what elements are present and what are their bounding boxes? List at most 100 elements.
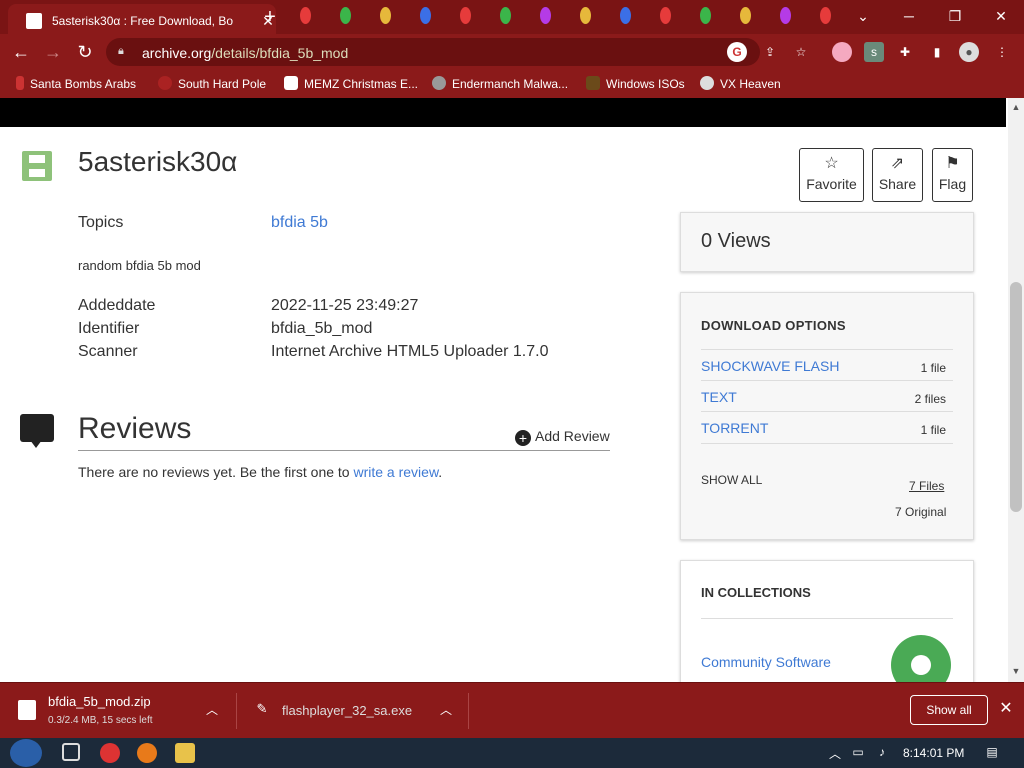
decoration-light [700,7,711,24]
extension-flag-icon[interactable] [832,42,852,62]
lock-icon[interactable]: 🔒︎ [118,45,132,59]
collections-panel: IN COLLECTIONS Community Software [680,560,974,682]
meta-label-addeddate: Addeddate [78,297,156,314]
download-format-link[interactable]: TORRENT [701,420,768,436]
reviews-speech-bubble-icon [20,414,54,448]
share-icon: ⇗ [890,155,905,172]
volume-icon[interactable]: ♪ [874,745,890,761]
minimize-button[interactable]: ─ [886,2,932,30]
download-options-panel: DOWNLOAD OPTIONS SHOCKWAVE FLASH 1 file … [680,292,974,540]
window-close-button[interactable]: ✕ [978,2,1024,30]
scrollbar-thumb[interactable] [1010,282,1022,512]
reviews-divider [78,450,610,451]
collection-link[interactable]: Community Software [701,654,831,670]
tray-chevron-up-icon[interactable]: ︿ [827,745,843,761]
address-bar[interactable]: 🔒︎ archive.org/details/bfdia_5b_mod [106,38,760,66]
share-page-icon[interactable]: ⇪ [760,42,780,62]
bookmark-item[interactable]: Windows ISOs [586,76,685,92]
side-panel-icon[interactable]: ▮ [927,42,947,62]
decoration-light [300,7,311,24]
bookmark-favicon-icon [284,76,298,90]
item-description: random bfdia 5b mod [78,258,201,273]
back-arrow-icon[interactable]: ← [8,40,34,64]
file-explorer-icon[interactable] [175,743,195,763]
decoration-light [660,7,671,24]
extension-s-icon[interactable]: s [864,42,884,62]
download-format-link[interactable]: TEXT [701,389,737,405]
menu-kebab-icon[interactable]: ⋮ [992,42,1012,62]
decoration-light [340,7,351,24]
decoration-light [820,7,831,24]
download-item-name[interactable]: flashplayer_32_sa.exe [282,703,412,718]
site-top-bar [0,98,1006,127]
download-options-title: DOWNLOAD OPTIONS [701,318,846,333]
download-row[interactable]: SHOCKWAVE FLASH 1 file [701,349,953,381]
no-reviews-text: There are no reviews yet. Be the first o… [78,464,443,480]
tab-strip: 5asterisk30α : Free Download, Bo ✕ + ⌄ ─… [0,0,1024,34]
star-icon: ☆ [824,155,839,172]
collections-title: IN COLLECTIONS [701,585,811,600]
bookmark-favicon-icon [700,76,714,90]
decoration-light [380,7,391,24]
download-row[interactable]: TEXT 2 files [701,380,953,412]
scroll-up-icon[interactable]: ▲ [1011,102,1021,112]
zip-file-icon [18,700,36,720]
decoration-light [420,7,431,24]
bookmark-item[interactable]: VX Heaven [700,76,781,92]
scroll-down-icon[interactable]: ▼ [1011,666,1021,676]
task-view-icon[interactable] [62,743,80,761]
google-lens-icon[interactable]: G [727,42,747,62]
share-button[interactable]: ⇗ Share [872,148,923,202]
add-review-button[interactable]: + Add Review [515,428,610,446]
decoration-light [620,7,631,24]
bookmark-star-icon[interactable]: ☆ [791,42,811,62]
restore-button[interactable]: ❐ [932,2,978,30]
taskbar-clock[interactable]: 8:14:01 PM [903,746,964,760]
write-review-link[interactable]: write a review [353,464,438,480]
download-row[interactable]: TORRENT 1 file [701,411,953,444]
meta-value-addeddate: 2022-11-25 23:49:27 [271,297,419,314]
close-shelf-icon[interactable]: ✕ [996,699,1016,719]
topics-link[interactable]: bfdia 5b [271,214,328,232]
page-scrollbar[interactable]: ▲ ▼ [1008,98,1024,682]
item-title: 5asterisk30α [78,146,238,177]
forward-arrow-icon[interactable]: → [40,40,66,64]
download-file-count: 1 file [920,361,946,375]
notifications-icon[interactable]: ▤ [984,745,1000,761]
original-files-count: 7 Original [895,505,947,519]
all-files-link[interactable]: 7 Files [909,479,944,493]
exe-file-icon: ✎ [256,701,268,716]
meta-value-identifier: bfdia_5b_mod [271,320,373,337]
bookmark-item[interactable]: Endermanch Malwa... [432,76,568,92]
download-file-count: 2 files [914,392,946,406]
bookmark-item[interactable]: South Hard Pole [158,76,266,92]
flag-icon: ⚑ [945,155,960,172]
archive-favicon-icon [26,13,42,29]
chevron-up-icon[interactable]: ︿ [438,701,454,717]
show-all-label: SHOW ALL [701,473,763,487]
firefox-icon[interactable] [137,743,157,763]
network-icon[interactable]: ▭ [850,745,866,761]
chevron-up-icon[interactable]: ︿ [204,701,220,717]
tab-title: 5asterisk30α : Free Download, Bo [52,14,234,28]
reload-icon[interactable]: ↻ [72,40,98,64]
meta-label-identifier: Identifier [78,320,140,337]
flag-button[interactable]: ⚑ Flag [932,148,973,202]
reviews-heading: Reviews [78,412,192,445]
chrome-icon[interactable] [100,743,120,763]
tab-search-chevron-icon[interactable]: ⌄ [840,2,886,30]
show-all-downloads-button[interactable]: Show all [910,695,988,725]
new-tab-button[interactable]: + [258,5,282,29]
start-orb-icon[interactable] [10,739,42,767]
profile-avatar-icon[interactable]: ● [959,42,979,62]
extensions-puzzle-icon[interactable]: ✚ [895,42,915,62]
bookmark-item[interactable]: MEMZ Christmas E... [284,76,418,92]
favorite-button[interactable]: ☆ Favorite [799,148,864,202]
browser-tab-active[interactable]: 5asterisk30α : Free Download, Bo ✕ [8,4,276,34]
download-format-link[interactable]: SHOCKWAVE FLASH [701,358,839,374]
bookmark-item[interactable]: Santa Bombs Arabs [16,76,136,92]
download-item-name[interactable]: bfdia_5b_mod.zip [48,694,151,709]
community-software-logo-icon[interactable] [891,635,951,682]
topics-label: Topics [78,214,124,231]
decoration-light [740,7,751,24]
